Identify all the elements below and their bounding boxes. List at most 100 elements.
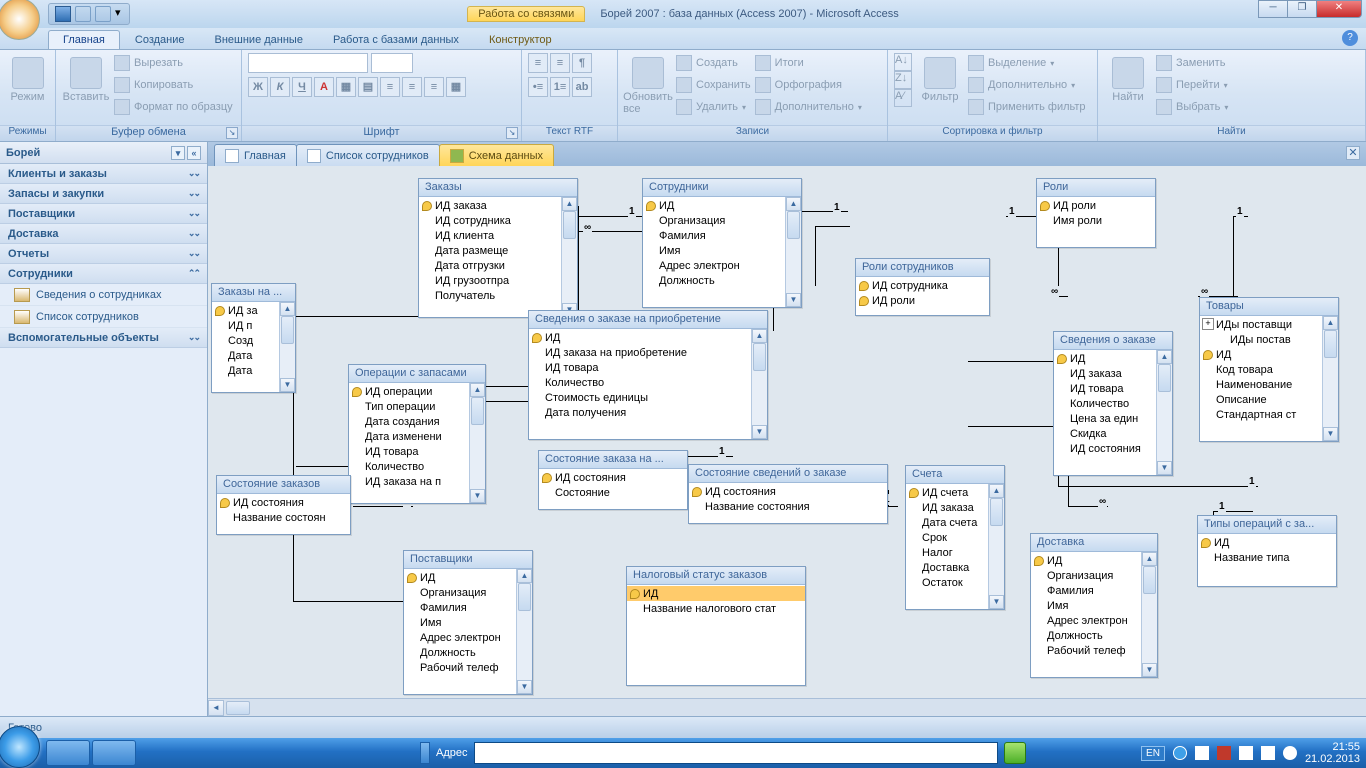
field[interactable]: ИД заказа на п [349,474,469,489]
table-po-status[interactable]: Состояние заказа на ... ИД состояния Сос… [538,450,688,510]
field[interactable]: ИД клиента [419,228,561,243]
field[interactable]: ИД заказа [419,198,561,213]
field[interactable]: Дата создания [349,414,469,429]
network-icon[interactable] [1239,746,1253,760]
field[interactable]: ИД товара [349,444,469,459]
field[interactable]: Адрес электрон [643,258,785,273]
nav-collapse-icon[interactable]: « [187,146,201,160]
field[interactable]: Доставка [906,560,988,575]
table-transaction-types[interactable]: Типы операций с за... ИД Название типа [1197,515,1337,587]
field[interactable]: ИД заказа [1054,366,1156,381]
totals-button[interactable]: Итоги [755,53,862,73]
field[interactable]: Количество [529,375,751,390]
doctab-employee-list[interactable]: Список сотрудников [296,144,440,166]
task-explorer[interactable] [46,740,90,766]
field[interactable]: ИД заказа на приобретение [529,345,751,360]
table-inventory-transactions[interactable]: Операции с запасами ИД операции Тип опер… [348,364,486,504]
nav-group-employees[interactable]: Сотрудники⌃⌃ [0,264,207,284]
field[interactable]: Описание [1200,392,1322,407]
field[interactable]: Остаток [906,575,988,590]
maximize-button[interactable]: ❐ [1287,0,1317,18]
field[interactable]: ИД [529,330,751,345]
field[interactable]: Рабочий телеф [1031,643,1141,658]
field[interactable]: Количество [1054,396,1156,411]
clock[interactable]: 21:55 21.02.2013 [1305,741,1360,765]
tab-external[interactable]: Внешние данные [200,30,318,49]
field[interactable]: ИД [1031,553,1141,568]
field[interactable]: ИД счета [906,485,988,500]
field[interactable]: Имя роли [1037,213,1155,228]
field[interactable]: ИД [1198,535,1336,550]
field[interactable]: Фамилия [643,228,785,243]
field[interactable]: Должность [643,273,785,288]
table-employees[interactable]: Сотрудники ИД Организация Фамилия Имя Ад… [642,178,802,308]
clock-icon[interactable] [1283,746,1297,760]
field[interactable]: Название состояния [689,499,887,514]
field[interactable]: Имя [404,615,516,630]
gridlines-button[interactable]: ▤ [358,77,378,97]
field[interactable]: Название налогового стат [627,601,805,616]
field[interactable]: Стоимость единицы [529,390,751,405]
bold-button[interactable]: Ж [248,77,268,97]
alt-row-color-button[interactable]: ▦ [446,77,466,97]
relationships-canvas[interactable]: 1 1 ∞ 1 1 1 1 ∞ ∞ 1 1 [208,166,1366,716]
field[interactable]: Получатель [419,288,561,303]
field[interactable]: ИД [404,570,516,585]
italic-button[interactable]: К [270,77,290,97]
toggle-filter-button[interactable]: Применить фильтр [968,97,1086,117]
field[interactable]: Организация [404,585,516,600]
underline-button[interactable]: Ч [292,77,312,97]
nav-group-reports[interactable]: Отчеты⌄⌄ [0,244,207,264]
field[interactable]: Адрес электрон [1031,613,1141,628]
field[interactable]: Дата счета [906,515,988,530]
address-go-button[interactable] [1004,742,1026,764]
replace-button[interactable]: Заменить [1156,53,1228,73]
scrollbar[interactable]: ▲▼ [1156,350,1172,475]
field[interactable]: ИД [643,198,785,213]
minimize-button[interactable]: ─ [1258,0,1288,18]
field[interactable]: ИД сотрудника [856,278,989,293]
nav-group-shipping[interactable]: Доставка⌄⌄ [0,224,207,244]
table-order-tax-status[interactable]: Налоговый статус заказов ИД Название нал… [626,566,806,686]
shield-icon[interactable] [1217,746,1231,760]
field[interactable]: ИД товара [529,360,751,375]
numbering-button[interactable]: 1≡ [550,77,570,97]
indent-inc-button[interactable]: ≡ [550,53,570,73]
table-order-details-status[interactable]: Состояние сведений о заказе ИД состояния… [688,464,888,524]
field[interactable]: Наименование [1200,377,1322,392]
field[interactable]: ИД товара [1054,381,1156,396]
field[interactable]: ИД состояния [539,470,687,485]
align-left-button[interactable]: ≡ [380,77,400,97]
table-privileges[interactable]: Роли ИД роли Имя роли [1036,178,1156,248]
field[interactable]: Название состоян [217,510,350,525]
field[interactable]: Созд [212,333,279,348]
scrollbar[interactable]: ▲▼ [469,383,485,503]
ltr-button[interactable]: ¶ [572,53,592,73]
field[interactable]: Должность [1031,628,1141,643]
save-icon[interactable] [55,6,71,22]
font-name-combo[interactable] [248,53,368,73]
field[interactable]: Имя [643,243,785,258]
field[interactable]: Дата [212,348,279,363]
align-right-button[interactable]: ≡ [424,77,444,97]
spelling-button[interactable]: Орфография [755,75,862,95]
volume-icon[interactable] [1261,746,1275,760]
toolbar-grip[interactable] [420,742,430,764]
close-button[interactable]: ✕ [1316,0,1362,18]
advanced-filter-button[interactable]: Дополнительно▾ [968,75,1086,95]
doctab-home[interactable]: Главная [214,144,297,166]
field[interactable]: Рабочий телеф [404,660,516,675]
field[interactable]: ИД п [212,318,279,333]
field[interactable]: ИД состояния [217,495,350,510]
format-painter-button[interactable]: Формат по образцу [114,97,233,117]
find-button[interactable]: Найти [1104,53,1152,103]
refresh-all-button[interactable]: Обновить все [624,53,672,115]
field[interactable]: ИД роли [856,293,989,308]
sort-asc-button[interactable]: A↓ [894,53,912,71]
redo-icon[interactable] [95,6,111,22]
field[interactable]: ИД заказа [906,500,988,515]
field[interactable]: Дата отгрузки [419,258,561,273]
field[interactable]: ИД [627,586,805,601]
scrollbar[interactable]: ▲▼ [279,302,295,392]
field[interactable]: Срок [906,530,988,545]
